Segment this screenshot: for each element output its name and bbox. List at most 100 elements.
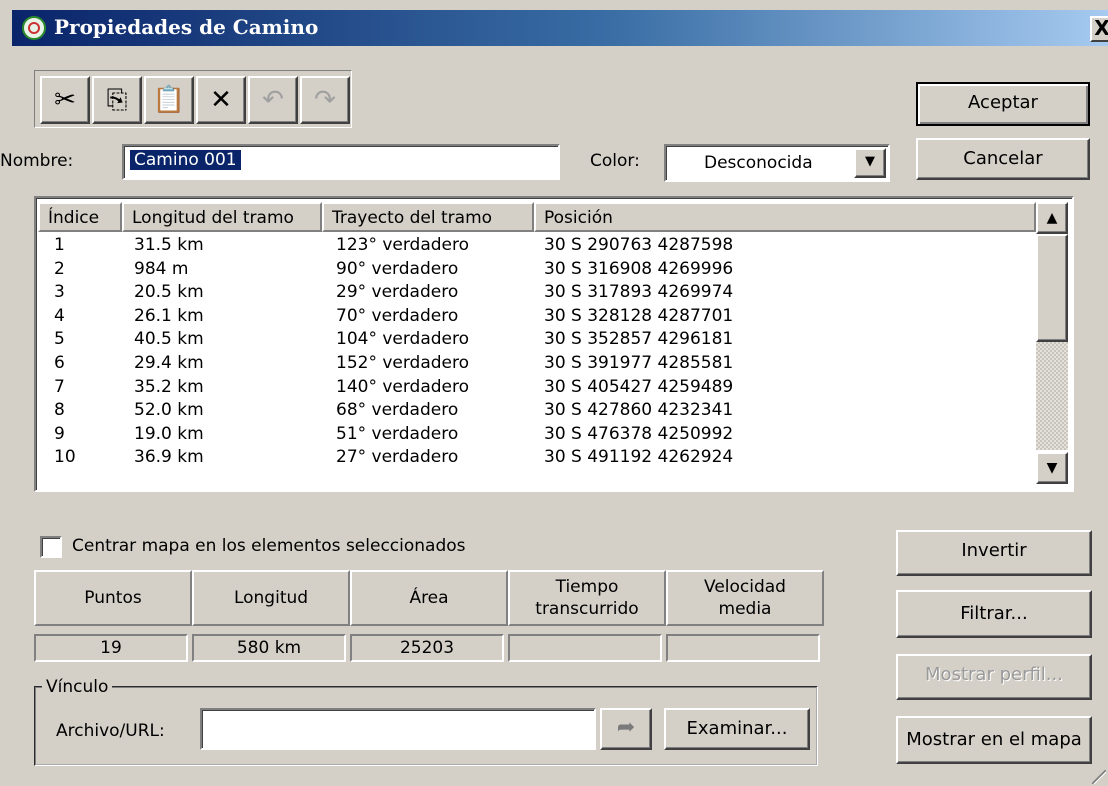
name-input[interactable]: Camino 001 — [122, 144, 560, 180]
row-bearing: 70° verdadero — [336, 305, 459, 326]
row-position: 30 S 427860 4232341 — [544, 400, 734, 421]
row-position: 30 S 491192 4262924 — [544, 447, 734, 468]
segments-list: Índice Longitud del tramo Trayecto del tra… — [34, 196, 1074, 492]
list-row[interactable]: 3 20.5 km 29° verdadero 30 S 317893 4269974 — [38, 281, 1066, 305]
scissors-icon: ✂ — [54, 85, 76, 115]
invert-button[interactable]: Invertir — [896, 530, 1092, 576]
row-bearing: 104° verdadero — [336, 329, 470, 350]
show-on-map-button[interactable]: Mostrar en el mapa — [896, 716, 1092, 764]
list-row[interactable]: 5 40.5 km 104° verdadero 30 S 352857 429618… — [38, 328, 1066, 352]
delete-icon: ✕ — [210, 85, 232, 115]
row-bearing: 123° verdadero — [336, 235, 470, 255]
row-index: 10 — [54, 447, 76, 468]
row-length: 36.9 km — [134, 447, 204, 468]
resize-grip[interactable] — [1092, 770, 1106, 784]
color-select-value: Desconocida — [704, 153, 813, 173]
stat-length-value: 580 km — [192, 634, 346, 662]
window-title: Propiedades de Camino — [54, 15, 319, 39]
color-dropdown-button[interactable]: ▼ — [854, 148, 886, 178]
list-row[interactable]: 10 36.9 km 27° verdadero 30 S 491192 426292… — [38, 446, 1066, 470]
col-position-header[interactable]: Posición — [534, 202, 1036, 232]
arrow-link-icon: ➦ — [616, 715, 636, 740]
accept-button[interactable]: Aceptar — [916, 82, 1090, 126]
segments-rows: 1 31.5 km 123° verdadero 30 S 290763 428759… — [38, 234, 1066, 488]
row-position: 30 S 476378 4250992 — [544, 423, 734, 444]
scroll-up-button[interactable]: ▲ — [1036, 202, 1068, 234]
list-row[interactable]: 8 52.0 km 68° verdadero 30 S 427860 4232341 — [38, 399, 1066, 423]
file-url-label: Archivo/URL: — [56, 721, 165, 741]
row-index: 6 — [54, 352, 65, 373]
center-map-checkbox[interactable] — [40, 536, 62, 558]
row-length: 40.5 km — [134, 329, 204, 350]
list-row[interactable]: 6 29.4 km 152° verdadero 30 S 391977 428558… — [38, 352, 1066, 376]
undo-icon: ↶ — [262, 85, 284, 115]
row-bearing: 68° verdadero — [336, 400, 459, 421]
row-index: 8 — [54, 400, 65, 421]
color-select[interactable]: Desconocida ▼ — [664, 144, 890, 182]
row-position: 30 S 317893 4269974 — [544, 282, 734, 303]
undo-button[interactable]: ↶ — [248, 76, 298, 124]
filter-button[interactable]: Filtrar... — [896, 590, 1092, 638]
row-position: 30 S 391977 4285581 — [544, 352, 734, 373]
paste-icon: 📋 — [152, 85, 186, 115]
delete-button[interactable]: ✕ — [196, 76, 246, 124]
show-profile-button[interactable]: Mostrar perfil... — [896, 654, 1092, 700]
row-index: 7 — [54, 376, 65, 397]
file-url-input[interactable] — [200, 708, 596, 750]
row-index: 5 — [54, 329, 65, 350]
list-row[interactable]: 2 984 m 90° verdadero 30 S 316908 4269996 — [38, 258, 1066, 282]
scrollbar-thumb[interactable] — [1036, 234, 1068, 342]
stat-area-header: Área — [350, 570, 508, 626]
row-position: 30 S 328128 4287701 — [544, 305, 734, 326]
close-icon: X — [1094, 16, 1108, 40]
chevron-down-icon: ▼ — [865, 154, 875, 169]
row-length: 31.5 km — [134, 235, 204, 255]
close-button[interactable]: X — [1090, 16, 1108, 42]
row-bearing: 29° verdadero — [336, 282, 459, 303]
row-index: 9 — [54, 423, 65, 444]
cancel-button[interactable]: Cancelar — [916, 138, 1090, 180]
stat-points-header: Puntos — [34, 570, 192, 626]
list-row[interactable]: 9 19.0 km 51° verdadero 30 S 476378 4250992 — [38, 423, 1066, 447]
row-length: 20.5 km — [134, 282, 204, 303]
scroll-down-icon: ▼ — [1046, 460, 1058, 476]
list-row[interactable]: 4 26.1 km 70° verdadero 30 S 328128 4287701 — [38, 305, 1066, 329]
row-bearing: 140° verdadero — [336, 376, 470, 397]
row-index: 2 — [54, 258, 65, 279]
paste-button[interactable]: 📋 — [144, 76, 194, 124]
row-position: 30 S 352857 4296181 — [544, 329, 734, 350]
open-link-button[interactable]: ➦ — [600, 708, 652, 750]
scissors-button[interactable]: ✂ — [40, 76, 90, 124]
center-map-label: Centrar mapa en los elementos selecciona… — [72, 536, 466, 556]
scroll-down-button[interactable]: ▼ — [1036, 452, 1068, 484]
col-length-header[interactable]: Longitud del tramo — [122, 202, 322, 232]
copy-button[interactable]: ⎘ — [92, 76, 142, 124]
link-group-label: Vínculo — [42, 676, 113, 698]
col-bearing-header[interactable]: Trayecto del tramo — [322, 202, 534, 232]
stat-length-header: Longitud — [192, 570, 350, 626]
stat-elapsed-time-header: Tiempo transcurrido — [508, 570, 666, 626]
row-index: 3 — [54, 282, 65, 303]
row-length: 26.1 km — [134, 305, 204, 326]
copy-icon: ⎘ — [106, 85, 128, 115]
stat-avg-speed-header: Velocidad media — [666, 570, 824, 626]
row-length: 29.4 km — [134, 352, 204, 373]
row-bearing: 152° verdadero — [336, 352, 470, 373]
row-bearing: 90° verdadero — [336, 258, 459, 279]
stat-points-value: 19 — [34, 634, 188, 662]
redo-button[interactable]: ↷ — [300, 76, 350, 124]
list-row[interactable]: 7 35.2 km 140° verdadero 30 S 405427 425948… — [38, 376, 1066, 400]
color-label: Color: — [590, 151, 640, 171]
list-row[interactable]: 1 31.5 km 123° verdadero 30 S 290763 428759… — [38, 234, 1066, 258]
browse-button[interactable]: Examinar... — [664, 708, 810, 750]
col-index-header[interactable]: Índice — [38, 202, 122, 232]
app-globe-icon — [22, 16, 46, 40]
row-position: 30 S 290763 4287598 — [544, 235, 734, 255]
row-length: 984 m — [134, 258, 189, 279]
stat-area-value: 25203 — [350, 634, 504, 662]
name-input-value: Camino 001 — [130, 150, 241, 170]
name-label: Nombre: — [0, 151, 74, 171]
stat-elapsed-time-value — [508, 634, 662, 662]
row-position: 30 S 405427 4259489 — [544, 376, 734, 397]
row-length: 19.0 km — [134, 423, 204, 444]
